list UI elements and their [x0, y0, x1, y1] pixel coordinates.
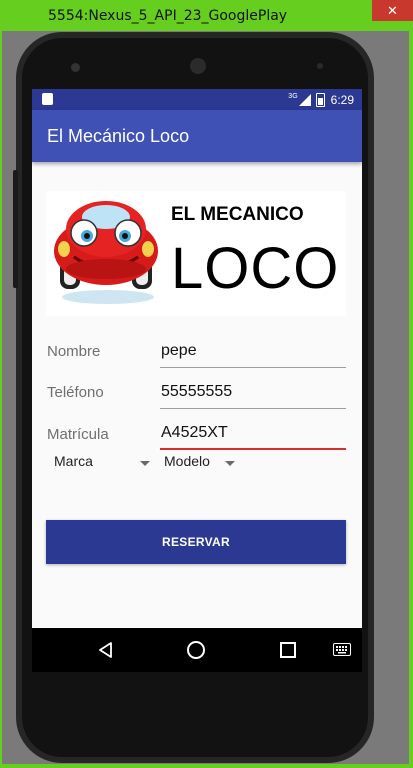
emulator-title-bar: 5554:Nexus_5_API_23_GooglePlay ✕ [0, 0, 413, 31]
recent-apps-icon[interactable] [280, 642, 296, 658]
phone-side-button [13, 170, 18, 288]
navigation-bar [32, 628, 362, 672]
logo-text-line1: EL MECANICO [171, 204, 304, 225]
telefono-input[interactable]: 55555555 [160, 383, 346, 409]
status-time: 6:29 [330, 92, 354, 107]
telefono-label: Teléfono [47, 384, 104, 401]
proximity-sensor [317, 63, 323, 69]
back-icon[interactable] [98, 642, 112, 658]
keyboard-icon[interactable] [333, 643, 351, 656]
reservar-button[interactable]: RESERVAR [46, 520, 346, 564]
front-camera [71, 63, 80, 72]
matricula-input[interactable]: A4525XT [160, 424, 346, 450]
network-type: 3G [288, 93, 298, 100]
matricula-label: Matrícula [47, 426, 109, 443]
car-mascot-icon [54, 201, 158, 304]
logo-banner: EL MECANICO LOCO [46, 191, 346, 316]
status-bar: 3G 6:29 [32, 89, 362, 110]
status-indicators: 3G 6:29 [288, 89, 354, 110]
nombre-label: Nombre [47, 343, 101, 360]
nombre-input[interactable]: pepe [160, 342, 346, 368]
logo-text-line2: LOCO [171, 236, 340, 301]
modelo-dropdown-icon[interactable] [225, 461, 235, 466]
modelo-spinner[interactable]: Modelo [164, 453, 210, 469]
earpiece-speaker [190, 58, 206, 74]
window-frame-right [409, 31, 413, 768]
emulator-window-title: 5554:Nexus_5_API_23_GooglePlay [48, 8, 288, 24]
marca-spinner[interactable]: Marca [54, 453, 93, 469]
battery-icon [315, 92, 325, 107]
home-icon[interactable] [187, 641, 205, 659]
app-bar: El Mecánico Loco [32, 110, 362, 162]
device-screen: 3G 6:29 El Mecánico Loco EL MECANICO LOC… [32, 89, 362, 672]
window-frame-bottom [0, 764, 413, 768]
signal-icon [298, 93, 311, 106]
close-icon[interactable]: ✕ [372, 0, 413, 21]
window-frame-left [0, 31, 2, 768]
sd-card-icon [42, 93, 53, 105]
app-title: El Mecánico Loco [47, 126, 190, 146]
marca-dropdown-icon[interactable] [140, 461, 150, 466]
